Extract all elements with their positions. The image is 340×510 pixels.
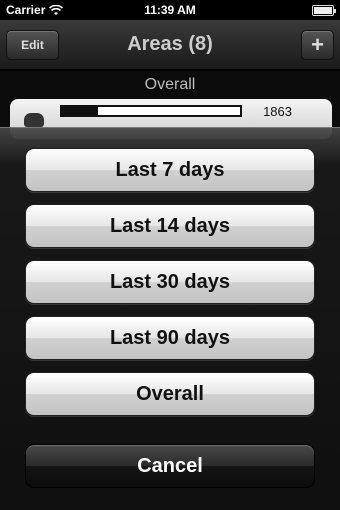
last-30-days-button[interactable]: Last 30 days: [25, 260, 315, 304]
area-value: 1863: [263, 104, 292, 119]
last-14-days-button[interactable]: Last 14 days: [25, 204, 315, 248]
page-title: Areas (8): [127, 33, 213, 55]
overall-button[interactable]: Overall: [25, 372, 315, 416]
area-progress-bar: [60, 105, 242, 117]
status-bar: Carrier 11:39 AM: [0, 0, 340, 20]
area-icon: [24, 113, 44, 127]
add-button[interactable]: +: [301, 30, 334, 60]
section-title: Overall: [144, 76, 196, 93]
last-90-days-button[interactable]: Last 90 days: [25, 316, 315, 360]
area-progress-fill: [62, 107, 98, 115]
cancel-button[interactable]: Cancel: [25, 444, 315, 488]
navigation-bar: Edit Areas (8) +: [0, 20, 340, 70]
edit-button[interactable]: Edit: [6, 30, 59, 60]
action-sheet: Last 7 days Last 14 days Last 30 days La…: [0, 127, 340, 510]
last-7-days-button[interactable]: Last 7 days: [25, 148, 315, 192]
status-time: 11:39 AM: [144, 3, 196, 17]
battery-icon: [312, 5, 336, 16]
